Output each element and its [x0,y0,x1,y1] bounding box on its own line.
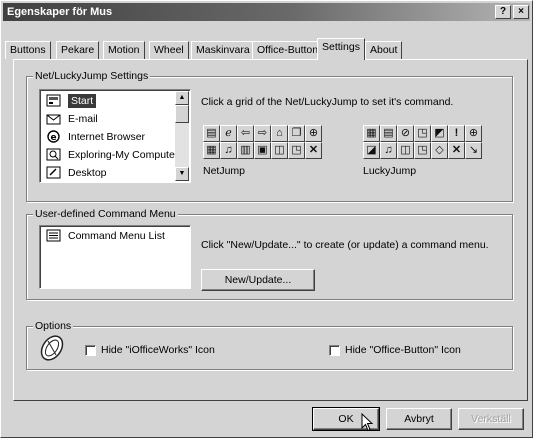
email-icon [46,114,61,125]
luckyjump-folder-icon[interactable]: ◪ [363,142,380,159]
netjump-search-icon[interactable]: ◳ [288,142,305,159]
netjump-label: NetJump [203,165,246,177]
luckyjump-app-icon[interactable]: ▦ [363,125,380,142]
luckyjump-window-icon[interactable]: ◫ [397,142,414,159]
netjump-arrow-left-icon[interactable]: ⇦ [237,125,254,142]
options-group-label: Options [33,320,74,332]
luckyjump-exclaim-icon[interactable]: ! [448,125,465,142]
netlucky-group: Net/LuckyJump Settings Start E-mail e In… [26,70,513,202]
command-menu-list[interactable]: Command Menu List [39,225,191,289]
tab-maskinvara[interactable]: Maskinvara [191,41,255,59]
netjump-browser-icon[interactable]: ℯ [220,125,237,142]
list-item-internet-browser[interactable]: e Internet Browser [42,128,145,146]
netjump-page-icon[interactable]: ❐ [288,125,305,142]
command-menu-group-label: User-defined Command Menu [33,208,178,220]
properties-dialog: Egenskaper för Mus ? × Buttons Pekare Mo… [0,0,533,438]
command-menu-hint: Click "New/Update..." to create (or upda… [201,239,489,251]
tab-motion[interactable]: Motion [103,41,145,59]
netjump-home-icon[interactable]: ⌂ [271,125,288,142]
options-group: Options Hide "iOfficeWorks" Icon Hide "O… [26,320,513,370]
luckyjump-sound-icon[interactable]: ♫ [380,142,397,159]
close-button[interactable]: × [513,5,529,19]
command-menu-list-item[interactable]: Command Menu List [42,227,165,245]
help-button[interactable]: ? [495,5,511,19]
netjump-app-icon[interactable]: ▤ [203,125,220,142]
tab-settings[interactable]: Settings [317,38,365,60]
hide-officebutton-label: Hide "Office-Button" Icon [345,344,461,356]
luckyjump-label: LuckyJump [363,165,417,177]
netjump-arrow-right-icon[interactable]: ⇨ [254,125,271,142]
command-list[interactable]: Start E-mail e Internet Browser Explorin… [39,89,191,183]
tab-office-button[interactable]: Office-Button [252,41,324,59]
tab-about[interactable]: About [365,41,403,59]
start-icon [46,94,61,107]
settings-panel: Net/LuckyJump Settings Start E-mail e In… [13,59,528,401]
luckyjump-target-icon[interactable]: ⊕ [465,125,482,142]
explorer-icon [46,148,61,161]
svg-text:e: e [51,133,57,143]
hide-iofficeworks-checkbox[interactable] [85,345,96,356]
luckyjump-eraser-icon[interactable]: ◇ [431,142,448,159]
luckyjump-edit-icon[interactable]: ◩ [431,125,448,142]
netjump-close-x-icon[interactable]: ✕ [305,142,322,159]
luckyjump-clip-icon[interactable]: ⊘ [397,125,414,142]
command-menu-group: User-defined Command Menu Command Menu L… [26,208,513,300]
luckyjump-close-x-icon[interactable]: ✕ [448,142,465,159]
netjump-target-icon[interactable]: ⊕ [305,125,322,142]
netjump-sound-icon[interactable]: ♫ [220,142,237,159]
list-item-desktop[interactable]: Desktop [42,164,107,182]
netjump-calc-icon[interactable]: ▣ [254,142,271,159]
luckyjump-doc-icon[interactable]: ▤ [380,125,397,142]
list-item-email[interactable]: E-mail [42,110,98,128]
tab-pekare[interactable]: Pekare [56,41,100,59]
tab-buttons[interactable]: Buttons [5,41,51,59]
scroll-thumb[interactable] [175,105,189,123]
list-item-start[interactable]: Start [42,92,97,110]
menu-list-icon [46,229,61,242]
new-update-button[interactable]: New/Update... [201,269,315,291]
netlucky-hint: Click a grid of the Net/LuckyJump to set… [201,96,454,108]
luckyjump-search-icon[interactable]: ◳ [414,125,431,142]
netjump-window-icon[interactable]: ◫ [271,142,288,159]
desktop-icon [46,166,61,179]
browser-icon: e [47,130,60,143]
cursor-pointer-icon [361,413,374,432]
hide-officebutton-checkbox[interactable] [329,345,340,356]
apply-button[interactable]: Verkställ [458,408,524,430]
tab-wheel[interactable]: Wheel [149,41,189,59]
mouse-logo-icon [40,335,64,361]
hide-iofficeworks-label: Hide "iOfficeWorks" Icon [101,344,215,356]
cancel-button[interactable]: Avbryt [386,408,452,430]
list-scrollbar[interactable]: ▲ ▼ [175,91,189,181]
list-item-exploring[interactable]: Exploring-My Computer [42,146,178,164]
netlucky-group-label: Net/LuckyJump Settings [33,70,151,82]
scroll-up-arrow-icon[interactable]: ▲ [175,91,189,105]
window-title: Egenskaper för Mus [7,6,113,18]
luckyjump-search2-icon[interactable]: ◳ [414,142,431,159]
netjump-app2-icon[interactable]: ▦ [203,142,220,159]
netjump-form-icon[interactable]: ▥ [237,142,254,159]
scroll-down-arrow-icon[interactable]: ▼ [175,167,189,181]
title-bar[interactable]: Egenskaper för Mus [3,3,530,21]
luckyjump-resize-icon[interactable]: ↘ [465,142,482,159]
